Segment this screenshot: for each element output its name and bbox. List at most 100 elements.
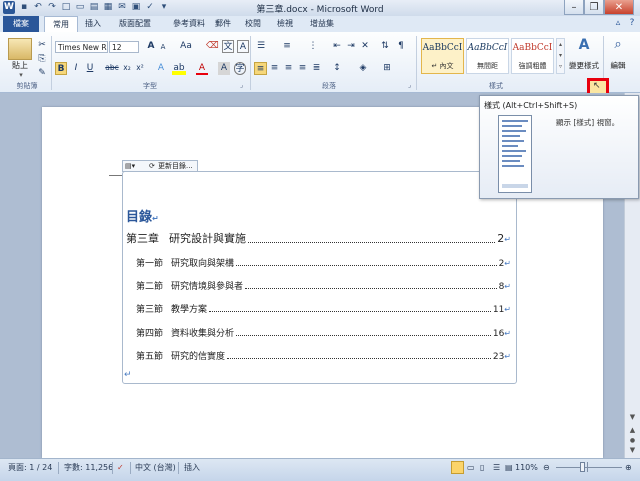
change-styles-label[interactable]: 變更樣式	[566, 60, 602, 71]
subscript-button[interactable]: x₂	[121, 62, 133, 75]
tab-references[interactable]: 參考資料	[164, 16, 214, 32]
editing-label[interactable]: 編輯	[604, 60, 632, 71]
toc-entry-chapter[interactable]: 第三章 研究設計與實施 2 ↵	[126, 230, 511, 246]
highlight-color-icon[interactable]: ab	[172, 62, 186, 75]
update-toc-button[interactable]: 更新目錄...	[158, 161, 193, 171]
font-size-combo[interactable]: 12	[109, 41, 139, 53]
underline-button[interactable]: U	[84, 62, 96, 75]
minimize-ribbon-icon[interactable]: ▵	[612, 18, 624, 30]
align-left-button[interactable]: ≡	[254, 62, 267, 75]
minimize-button[interactable]: –	[564, 0, 584, 15]
character-border-icon[interactable]: A	[237, 40, 249, 53]
binoculars-icon[interactable]: ⌕	[607, 37, 629, 59]
update-toc-icon[interactable]: ⟳	[149, 161, 155, 171]
enclose-characters-icon[interactable]: 字	[234, 62, 246, 75]
zoom-slider-track[interactable]	[556, 467, 622, 468]
chinese-layout-icon[interactable]: ✕	[358, 40, 372, 53]
phonetic-guide-icon[interactable]: 文	[222, 40, 234, 53]
styles-gallery-scroll[interactable]: ▴ ▾ ▿	[556, 38, 565, 74]
align-right-button[interactable]: ≡	[282, 62, 295, 75]
grow-font-icon[interactable]: A	[145, 40, 157, 53]
align-center-button[interactable]: ≡	[268, 62, 281, 75]
copy-icon[interactable]: ⎘	[36, 53, 48, 66]
tab-view[interactable]: 檢視	[272, 16, 298, 32]
character-shading-icon[interactable]: A	[218, 62, 230, 75]
tab-review[interactable]: 校閱	[240, 16, 266, 32]
clear-formatting-icon[interactable]: ⌫	[206, 40, 219, 53]
tab-insert[interactable]: 插入	[80, 16, 106, 32]
toc-section-page: 16	[492, 329, 505, 339]
status-word-count[interactable]: 字數: 11,256	[64, 462, 113, 474]
sort-icon[interactable]: ⇅	[378, 40, 392, 53]
status-insert-mode[interactable]: 插入	[184, 462, 200, 474]
close-button[interactable]: ✕	[604, 0, 634, 15]
shading-icon[interactable]: ◈	[356, 62, 370, 75]
distributed-button[interactable]: ≣	[310, 62, 323, 75]
status-language[interactable]: 中文 (台灣)	[135, 462, 176, 474]
full-screen-reading-view-icon[interactable]: ▭	[467, 462, 475, 474]
style-strong-emphasis[interactable]: AaBbCcI 強調粗體	[511, 38, 554, 74]
justify-button[interactable]: ≡	[296, 62, 309, 75]
toc-entry-section[interactable]: 第三節 教學方案 11 ↵	[136, 302, 511, 315]
web-layout-view-icon[interactable]: ▯	[480, 462, 484, 474]
restore-button[interactable]: ❐	[584, 0, 604, 15]
bold-button[interactable]: B	[55, 62, 67, 75]
italic-button[interactable]: I	[70, 62, 82, 75]
increase-indent-icon[interactable]: ⇥	[344, 40, 358, 53]
cut-icon[interactable]: ✂	[36, 39, 48, 52]
toc-entry-section[interactable]: 第一節 研究取向與架構 2 ↵	[136, 256, 511, 269]
line-spacing-icon[interactable]: ↕	[330, 62, 344, 75]
tab-page-layout[interactable]: 版面配置	[110, 16, 160, 32]
tab-file[interactable]: 檔案	[3, 16, 39, 32]
change-styles-icon[interactable]: A	[570, 37, 598, 59]
print-layout-view-icon[interactable]	[451, 461, 464, 474]
change-case-icon[interactable]: Aa	[180, 40, 192, 53]
group-label-styles: 樣式	[489, 82, 503, 90]
show-marks-icon[interactable]: ¶	[394, 40, 408, 53]
style-normal[interactable]: AaBbCcI ↵ 內文	[421, 38, 464, 74]
group-label-clipboard: 剪貼簿	[16, 82, 38, 90]
decrease-indent-icon[interactable]: ⇤	[330, 40, 344, 53]
status-page-count[interactable]: 頁面: 1 / 24	[8, 462, 52, 474]
format-painter-icon[interactable]: ✎	[36, 67, 48, 80]
tab-mailings[interactable]: 郵件	[210, 16, 236, 32]
group-separator	[250, 36, 251, 90]
tooltip-description: 顯示 [樣式] 視窗。	[556, 118, 620, 127]
zoom-out-icon[interactable]: ⊖	[543, 462, 550, 474]
help-icon[interactable]: ?	[626, 18, 638, 30]
shrink-font-icon[interactable]: A	[158, 41, 168, 54]
font-color-icon[interactable]: A	[196, 62, 208, 75]
style-no-spacing[interactable]: AaBbCcI 無間距	[466, 38, 509, 74]
outline-view-icon[interactable]: ☰	[493, 462, 500, 474]
toc-entry-section[interactable]: 第五節 研究的信實度 23 ↵	[136, 349, 511, 362]
scroll-down-icon[interactable]: ▼	[627, 413, 638, 423]
proofing-icon[interactable]: ✓	[117, 462, 124, 474]
font-dialog-launcher-icon[interactable]: ⌟	[240, 81, 243, 89]
strikethrough-button[interactable]: abc	[104, 62, 120, 75]
multilevel-list-icon[interactable]: ⋮	[306, 40, 320, 53]
next-page-icon[interactable]: ▼	[627, 446, 638, 456]
tooltip-title: 樣式 (Alt+Ctrl+Shift+S)	[484, 101, 578, 110]
paste-dropdown-icon[interactable]: ▾	[14, 71, 28, 79]
draft-view-icon[interactable]: ▤	[505, 462, 513, 474]
paste-icon[interactable]	[8, 38, 32, 60]
bullets-icon[interactable]: ☰	[254, 40, 268, 53]
tab-addins[interactable]: 增益集	[302, 16, 342, 32]
previous-page-icon[interactable]: ▲	[627, 426, 638, 436]
toc-leader	[245, 288, 497, 289]
tab-home[interactable]: 常用	[44, 16, 78, 33]
font-name-combo[interactable]: Times New R	[55, 41, 108, 53]
paste-button-label[interactable]: 貼上	[6, 60, 34, 71]
text-effects-icon[interactable]: A	[155, 62, 167, 75]
zoom-slider-thumb[interactable]	[580, 462, 585, 472]
toc-menu-icon[interactable]: ▤▾	[125, 161, 135, 171]
select-browse-object-icon[interactable]: ●	[627, 437, 638, 445]
numbering-icon[interactable]: ≡	[280, 40, 294, 53]
zoom-in-icon[interactable]: ⊕	[625, 462, 632, 474]
status-zoom-level[interactable]: 110%	[515, 462, 538, 474]
paragraph-dialog-launcher-icon[interactable]: ⌟	[408, 81, 411, 89]
toc-entry-section[interactable]: 第四節 資料收集與分析 16 ↵	[136, 326, 511, 339]
borders-icon[interactable]: ⊞	[380, 62, 394, 75]
superscript-button[interactable]: x²	[134, 62, 146, 75]
toc-entry-section[interactable]: 第二節 研究情境與參與者 8 ↵	[136, 279, 511, 292]
